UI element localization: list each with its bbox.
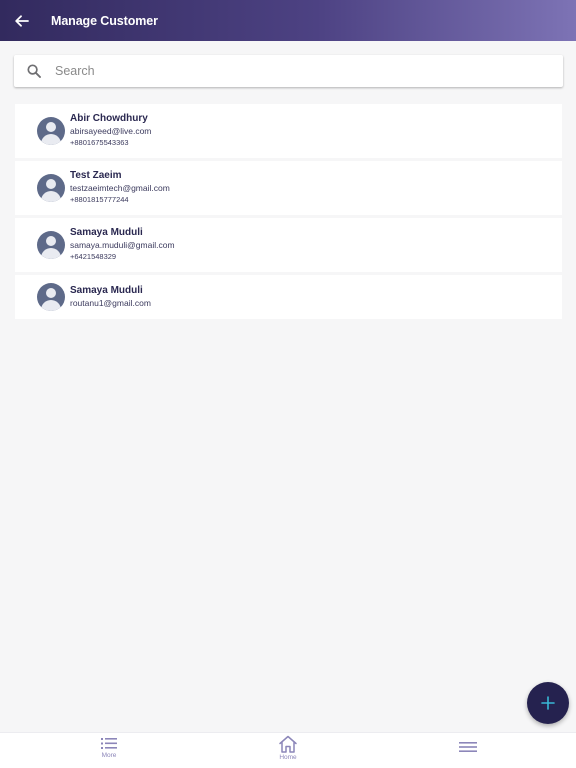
nav-item-menu[interactable] bbox=[438, 740, 498, 768]
nav-item-home[interactable]: Home bbox=[258, 735, 318, 767]
top-app-bar: Manage Customer bbox=[0, 0, 576, 41]
customer-info: Samaya Muduli routanu1@gmail.com bbox=[70, 285, 151, 309]
avatar-icon bbox=[37, 231, 65, 259]
customer-list: Abir Chowdhury abirsayeed@live.com +8801… bbox=[15, 104, 562, 322]
customer-phone: +8801815777244 bbox=[70, 195, 129, 204]
customer-list-item[interactable]: Abir Chowdhury abirsayeed@live.com +8801… bbox=[15, 104, 562, 158]
nav-label-more: More bbox=[101, 752, 117, 759]
customer-email: abirsayeed@live.com bbox=[70, 126, 152, 136]
arrow-left-icon bbox=[15, 14, 29, 27]
home-icon bbox=[279, 735, 297, 753]
search-icon bbox=[26, 63, 42, 79]
customer-phone: +6421548329 bbox=[70, 252, 117, 261]
hamburger-menu-icon bbox=[459, 742, 477, 752]
customer-email: routanu1@gmail.com bbox=[70, 298, 151, 308]
nav-label-home: Home bbox=[279, 754, 297, 761]
customer-name: Samaya Muduli bbox=[70, 227, 143, 238]
customer-list-item[interactable]: Samaya Muduli routanu1@gmail.com bbox=[15, 275, 562, 319]
back-button[interactable] bbox=[11, 10, 33, 32]
customer-info: Samaya Muduli samaya.muduli@gmail.com +6… bbox=[70, 227, 175, 263]
customer-name: Samaya Muduli bbox=[70, 285, 143, 296]
search-input[interactable] bbox=[55, 57, 535, 85]
plus-icon bbox=[541, 696, 555, 710]
add-customer-button[interactable] bbox=[527, 682, 569, 724]
list-icon bbox=[101, 738, 117, 749]
app-screen: Manage Customer Abir Chowdhury abirsayee… bbox=[0, 0, 576, 768]
avatar-icon bbox=[37, 283, 65, 311]
customer-name: Abir Chowdhury bbox=[70, 113, 148, 124]
customer-list-item[interactable]: Samaya Muduli samaya.muduli@gmail.com +6… bbox=[15, 218, 562, 272]
avatar-icon bbox=[37, 174, 65, 202]
search-bar[interactable] bbox=[14, 55, 563, 87]
customer-phone: +8801675543363 bbox=[70, 138, 129, 147]
customer-info: Test Zaeim testzaeimtech@gmail.com +8801… bbox=[70, 170, 170, 206]
bottom-navigation: More Home bbox=[0, 732, 576, 768]
avatar-icon bbox=[37, 117, 65, 145]
customer-name: Test Zaeim bbox=[70, 170, 122, 181]
page-title: Manage Customer bbox=[51, 13, 158, 28]
customer-list-item[interactable]: Test Zaeim testzaeimtech@gmail.com +8801… bbox=[15, 161, 562, 215]
nav-item-more[interactable]: More bbox=[79, 735, 139, 767]
customer-info: Abir Chowdhury abirsayeed@live.com +8801… bbox=[70, 113, 151, 149]
customer-email: samaya.muduli@gmail.com bbox=[70, 240, 175, 250]
customer-email: testzaeimtech@gmail.com bbox=[70, 183, 170, 193]
